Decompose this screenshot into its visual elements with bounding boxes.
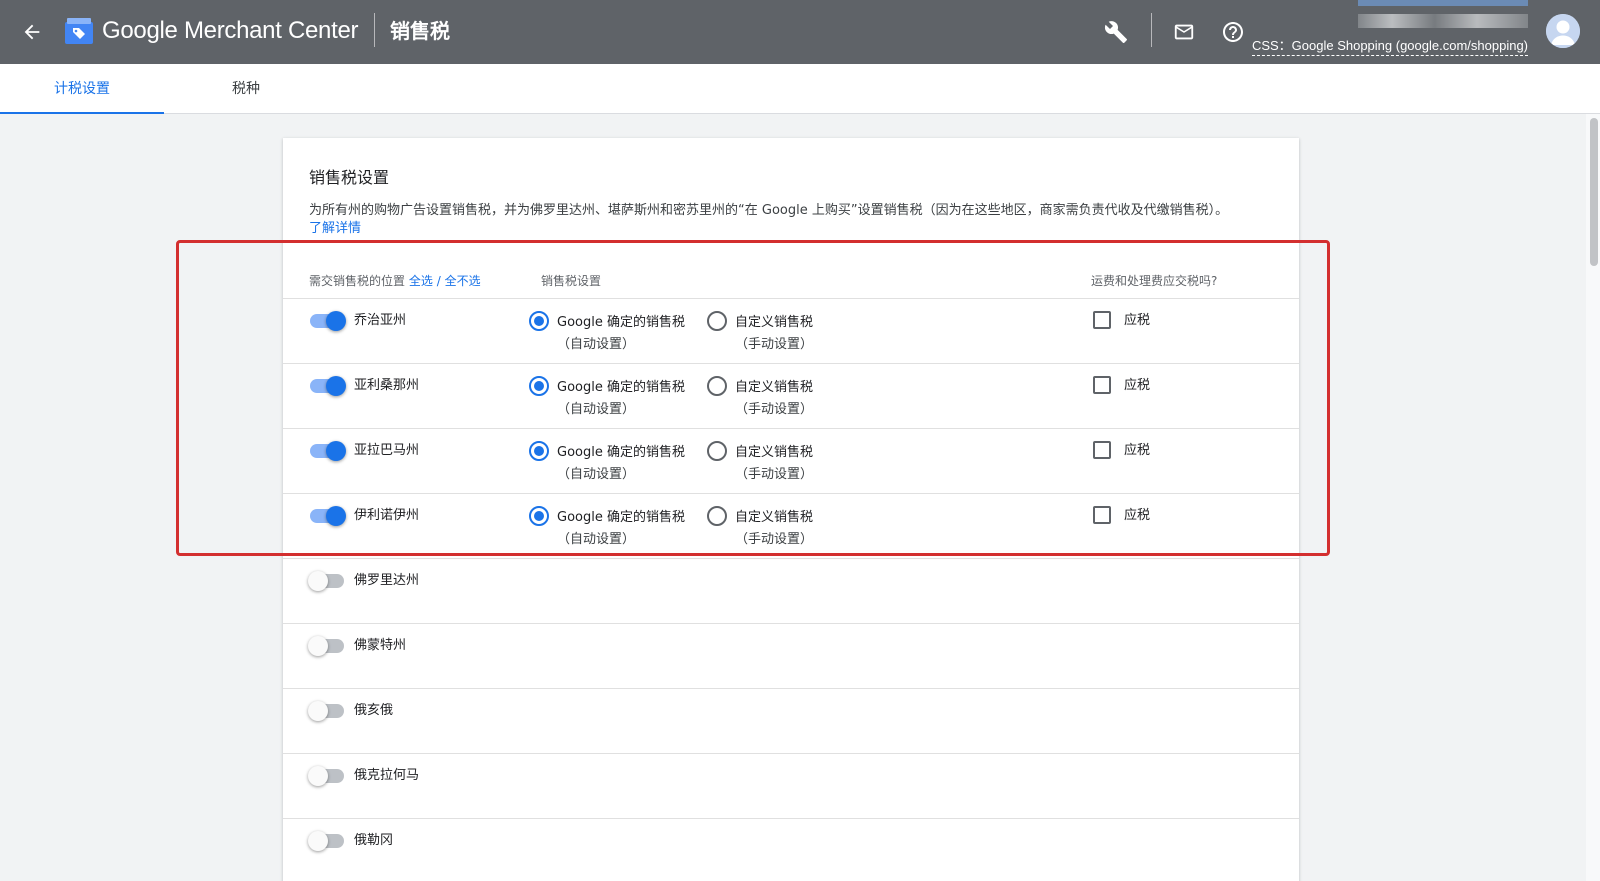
google-tax-label: Google 确定的销售税 （自动设置） (557, 312, 685, 356)
google-tax-label-line1: Google 确定的销售税 (557, 445, 685, 460)
state-name: 佛罗里达州 (354, 573, 420, 588)
custom-tax-radio[interactable] (707, 311, 727, 331)
state-toggle[interactable] (308, 376, 346, 396)
state-row: 俄亥俄 (283, 688, 1299, 753)
shipping-taxable-label: 应税 (1124, 313, 1151, 328)
select-none-link[interactable]: 全不选 (445, 274, 481, 288)
google-tax-label-line1: Google 确定的销售税 (557, 315, 685, 330)
google-tax-label-line1: Google 确定的销售税 (557, 510, 685, 525)
google-tax-label-line2: （自动设置） (557, 402, 636, 417)
page-title: 销售税 (390, 19, 450, 43)
state-name: 亚拉巴马州 (354, 443, 420, 458)
google-tax-radio[interactable] (529, 506, 549, 526)
tab-tax-types[interactable]: 税种 (164, 64, 328, 114)
state-toggle[interactable] (308, 636, 346, 656)
product-name: Google Merchant Center (102, 17, 359, 44)
state-name: 乔治亚州 (354, 313, 407, 328)
state-toggle[interactable] (308, 441, 346, 461)
scrollbar-thumb[interactable] (1590, 118, 1598, 266)
state-toggle[interactable] (308, 766, 346, 786)
custom-tax-label-line2: （手动设置） (735, 532, 814, 547)
card-title: 销售税设置 (309, 168, 390, 187)
state-name: 亚利桑那州 (354, 378, 420, 393)
state-row: 佛蒙特州 (283, 623, 1299, 688)
account-email-redacted (1358, 14, 1528, 28)
google-tax-radio[interactable] (529, 311, 549, 331)
state-toggle[interactable] (308, 311, 346, 331)
state-row: 伊利诺伊州 Google 确定的销售税 （自动设置） 自定义销售税 （手动设置） 应税 (283, 493, 1299, 558)
merchant-center-logo-icon (64, 16, 94, 46)
custom-tax-label: 自定义销售税 （手动设置） (735, 507, 813, 551)
state-toggle[interactable] (308, 571, 346, 591)
shipping-taxable-label: 应税 (1124, 508, 1151, 523)
state-row: 亚利桑那州 Google 确定的销售税 （自动设置） 自定义销售税 （手动设置） 应税 (283, 363, 1299, 428)
select-separator: / (436, 274, 441, 288)
custom-tax-label-line1: 自定义销售税 (735, 380, 814, 395)
state-row: 俄勒冈 (283, 818, 1299, 881)
custom-tax-radio[interactable] (707, 441, 727, 461)
shipping-taxable-label: 应税 (1124, 378, 1151, 393)
css-label: CSS：Google Shopping (google.com/shopping… (1251, 38, 1528, 56)
state-row: 俄克拉何马 (283, 753, 1299, 818)
google-tax-label-line2: （自动设置） (557, 532, 636, 547)
google-tax-radio[interactable] (529, 441, 549, 461)
wrench-icon[interactable] (1100, 16, 1132, 48)
state-name: 俄勒冈 (354, 833, 394, 848)
mail-icon[interactable] (1168, 16, 1200, 48)
custom-tax-label-line2: （手动设置） (735, 337, 814, 352)
state-row: 乔治亚州 Google 确定的销售税 （自动设置） 自定义销售税 （手动设置） 应税 (283, 298, 1299, 363)
custom-tax-label-line2: （手动设置） (735, 467, 814, 482)
back-arrow-icon[interactable] (16, 16, 48, 48)
state-toggle[interactable] (308, 506, 346, 526)
google-tax-label-line2: （自动设置） (557, 337, 636, 352)
learn-more-link[interactable]: 了解详情 (309, 220, 361, 238)
card-description: 为所有州的购物广告设置销售税，并为佛罗里达州、堪萨斯州和密苏里州的“在 Goog… (309, 203, 1229, 218)
shipping-taxable-checkbox[interactable] (1093, 441, 1111, 459)
google-tax-label-line1: Google 确定的销售税 (557, 380, 685, 395)
sales-tax-settings-card: 销售税设置 为所有州的购物广告设置销售税，并为佛罗里达州、堪萨斯州和密苏里州的“… (283, 138, 1299, 881)
shipping-taxable-checkbox[interactable] (1093, 311, 1111, 329)
google-tax-radio[interactable] (529, 376, 549, 396)
account-strip (1358, 0, 1528, 6)
account-info[interactable]: CSS：Google Shopping (google.com/shopping… (1248, 0, 1528, 64)
google-tax-label: Google 确定的销售税 （自动设置） (557, 507, 685, 551)
state-toggle[interactable] (308, 831, 346, 851)
state-row: 亚拉巴马州 Google 确定的销售税 （自动设置） 自定义销售税 （手动设置） 应税 (283, 428, 1299, 493)
state-toggle[interactable] (308, 701, 346, 721)
location-column-header: 需交销售税的位置 全选 / 全不选 (309, 272, 481, 289)
account-avatar-icon[interactable] (1546, 14, 1580, 48)
select-all-link[interactable]: 全选 (409, 274, 433, 288)
custom-tax-label-line2: （手动设置） (735, 402, 814, 417)
google-tax-label-line2: （自动设置） (557, 467, 636, 482)
custom-tax-label: 自定义销售税 （手动设置） (735, 442, 813, 486)
tab-tax-settings[interactable]: 计税设置 (0, 64, 164, 114)
state-name: 俄克拉何马 (354, 768, 420, 783)
custom-tax-radio[interactable] (707, 506, 727, 526)
state-name: 俄亥俄 (354, 703, 394, 718)
location-header-label: 需交销售税的位置 (309, 274, 406, 288)
shipping-taxable-column-header: 运费和处理费应交税吗? (1091, 274, 1218, 288)
help-icon[interactable] (1217, 16, 1249, 48)
google-tax-label: Google 确定的销售税 （自动设置） (557, 377, 685, 421)
google-tax-label: Google 确定的销售税 （自动设置） (557, 442, 685, 486)
shipping-taxable-checkbox[interactable] (1093, 376, 1111, 394)
custom-tax-label-line1: 自定义销售税 (735, 445, 814, 460)
top-app-bar: Google Merchant Center 销售税 CSS：Google Sh… (0, 0, 1600, 64)
custom-tax-label-line1: 自定义销售税 (735, 315, 814, 330)
custom-tax-radio[interactable] (707, 376, 727, 396)
state-name: 佛蒙特州 (354, 638, 407, 653)
shipping-taxable-label: 应税 (1124, 443, 1151, 458)
tax-setting-column-header: 销售税设置 (541, 274, 602, 288)
shipping-taxable-checkbox[interactable] (1093, 506, 1111, 524)
custom-tax-label: 自定义销售税 （手动设置） (735, 377, 813, 421)
state-name: 伊利诺伊州 (354, 508, 420, 523)
custom-tax-label-line1: 自定义销售税 (735, 510, 814, 525)
tab-bar: 计税设置 税种 (0, 64, 1600, 114)
header-divider (374, 13, 375, 47)
state-row: 佛罗里达州 (283, 558, 1299, 623)
icons-divider (1151, 13, 1152, 47)
custom-tax-label: 自定义销售税 （手动设置） (735, 312, 813, 356)
